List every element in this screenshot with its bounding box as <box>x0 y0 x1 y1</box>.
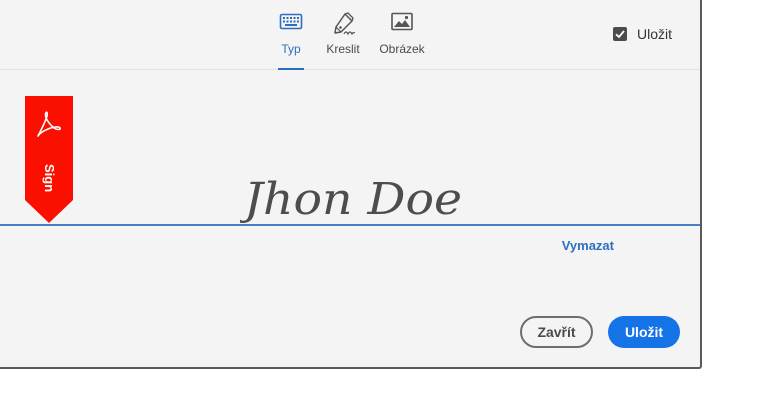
signature-dialog: Typ Kreslit Obrázek Uložit Sign Jhon Doe… <box>0 0 702 369</box>
dialog-header: Typ Kreslit Obrázek Uložit <box>0 0 700 70</box>
tab-kreslit[interactable]: Kreslit <box>324 12 362 70</box>
image-icon <box>379 12 425 36</box>
close-button[interactable]: Zavřít <box>520 316 593 348</box>
keyboard-icon <box>278 12 304 36</box>
signature-preview: Jhon Doe <box>240 162 470 224</box>
tab-kreslit-label: Kreslit <box>326 42 360 56</box>
pen-draw-icon <box>324 12 362 36</box>
acrobat-logo-icon <box>35 110 63 145</box>
checkbox-checked-icon <box>613 27 627 41</box>
save-button[interactable]: Uložit <box>608 316 680 348</box>
clear-link[interactable]: Vymazat <box>562 238 614 253</box>
save-checkbox[interactable]: Uložit <box>613 26 672 42</box>
tab-obrazek-label: Obrázek <box>379 42 425 56</box>
signature-baseline <box>0 224 700 226</box>
ribbon-sign-label: Sign <box>42 163 57 193</box>
tab-typ[interactable]: Typ <box>278 12 304 70</box>
save-checkbox-label: Uložit <box>637 26 673 42</box>
signature-text: Jhon Doe <box>240 174 462 224</box>
tab-obrazek[interactable]: Obrázek <box>379 12 425 70</box>
sign-here-ribbon: Sign <box>25 96 73 223</box>
tab-typ-label: Typ <box>281 42 301 56</box>
